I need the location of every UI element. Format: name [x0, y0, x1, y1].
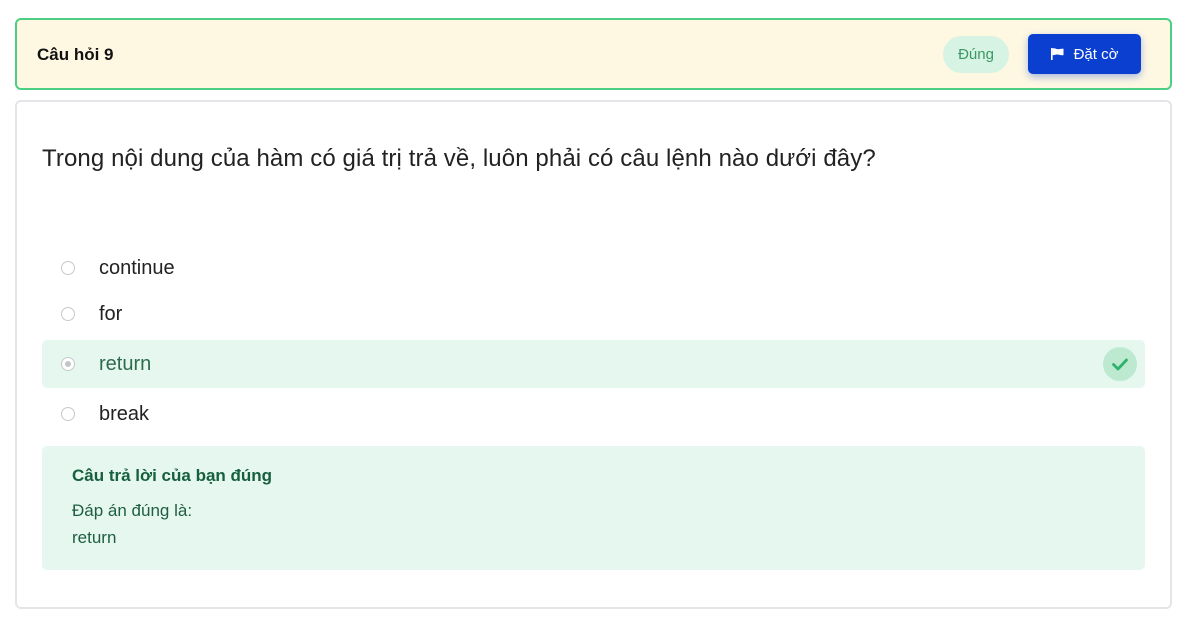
radio-button[interactable] [61, 307, 75, 321]
flag-icon [1050, 48, 1064, 60]
correct-answer-value: return [72, 528, 117, 547]
radio-button[interactable] [61, 261, 75, 275]
option-label: return [99, 353, 152, 375]
correct-answer-prefix: Đáp án đúng là: [72, 501, 193, 520]
question-text: Trong nội dung của hàm có giá trị trả về… [42, 145, 876, 172]
option-label: break [99, 403, 150, 425]
option-label: continue [99, 257, 175, 279]
feedback-title: Câu trả lời của bạn đúng [72, 466, 273, 485]
option-for[interactable]: for [42, 290, 1145, 338]
status-badge: Đúng [943, 36, 1009, 73]
option-continue[interactable]: continue [42, 244, 1145, 292]
question-header: Câu hỏi 9 Đúng Đặt cờ [15, 18, 1172, 90]
flag-question-button[interactable]: Đặt cờ [1028, 34, 1141, 74]
radio-button-checked[interactable] [61, 357, 75, 371]
option-return[interactable]: return [42, 340, 1145, 388]
option-label: for [99, 303, 123, 325]
option-break[interactable]: break [42, 390, 1145, 438]
check-icon [1103, 347, 1137, 381]
feedback-panel: Câu trả lời của bạn đúng Đáp án đúng là:… [42, 446, 1145, 570]
question-card: Trong nội dung của hàm có giá trị trả về… [15, 100, 1172, 609]
flag-button-label: Đặt cờ [1073, 45, 1119, 63]
question-number: Câu hỏi 9 [37, 45, 114, 64]
radio-button[interactable] [61, 407, 75, 421]
